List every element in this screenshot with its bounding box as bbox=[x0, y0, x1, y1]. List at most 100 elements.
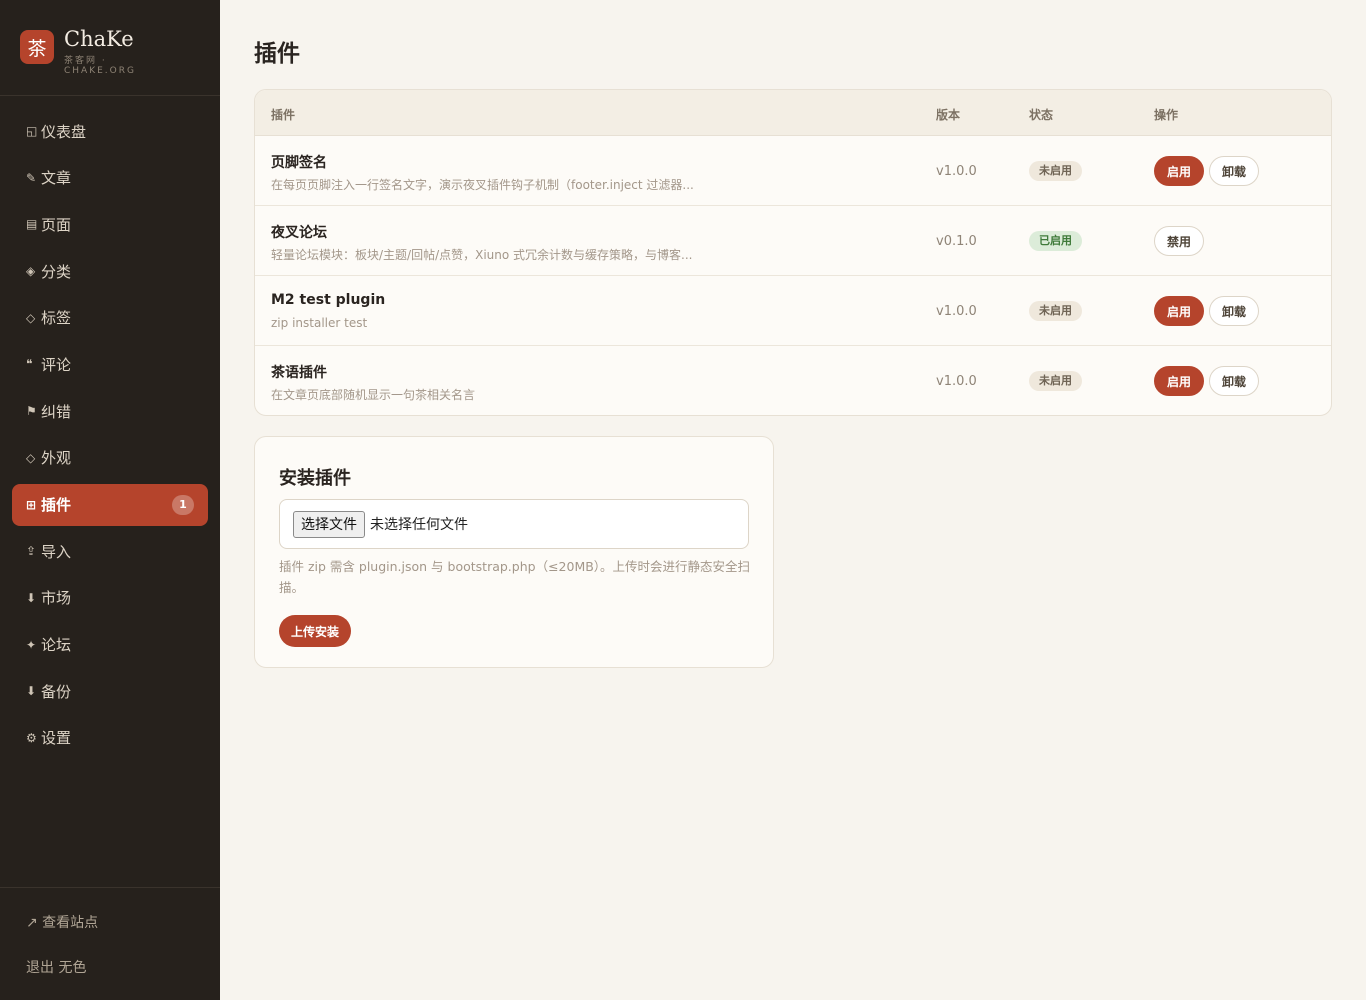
row-actions: 启用 卸载 bbox=[1154, 366, 1264, 396]
pencil-icon: ✎ bbox=[26, 170, 37, 185]
sidebar-item-label: 文章 bbox=[41, 169, 72, 188]
plugin-description: zip installer test bbox=[271, 316, 368, 330]
dashboard-icon: ◱ bbox=[26, 124, 38, 138]
plugin-name: 页脚签名 bbox=[271, 155, 327, 171]
table-header: 插件 版本 状态 操作 bbox=[255, 90, 1331, 136]
sidebar-item-appearance[interactable]: ◇ 外观 bbox=[12, 437, 208, 479]
plugin-version: v0.1.0 bbox=[936, 234, 977, 249]
sidebar-item-label: 论坛 bbox=[41, 636, 72, 655]
sidebar-item-label: 评论 bbox=[41, 355, 72, 374]
sidebar-item-label: 插件 bbox=[41, 496, 72, 514]
plugin-name: 茶语插件 bbox=[271, 365, 327, 381]
plugin-version: v1.0.0 bbox=[936, 164, 977, 179]
column-header-version: 版本 bbox=[936, 108, 961, 122]
table-row: 页脚签名 在每页页脚注入一行签名文字，演示夜叉插件钩子机制（footer.inj… bbox=[255, 136, 1331, 206]
category-icon: ◈ bbox=[26, 264, 36, 279]
table-row: M2 test plugin zip installer test v1.0.0… bbox=[255, 276, 1331, 346]
sidebar-item-corrections[interactable]: ⚑ 纠错 bbox=[12, 390, 208, 432]
sidebar-item-label: 备份 bbox=[41, 682, 72, 701]
disable-button[interactable]: 禁用 bbox=[1154, 226, 1205, 256]
column-header-actions: 操作 bbox=[1154, 108, 1179, 122]
plugin-description: 在文章页底部随机显示一句茶相关名言 bbox=[271, 388, 476, 402]
sidebar-item-dashboard[interactable]: ◱ 仪表盘 bbox=[12, 110, 208, 152]
plugin-version: v1.0.0 bbox=[936, 304, 977, 319]
column-header-plugin: 插件 bbox=[271, 108, 296, 122]
appearance-icon: ◇ bbox=[26, 450, 36, 465]
sidebar-item-label: 仪表盘 bbox=[41, 122, 87, 141]
sidebar-item-label: 市场 bbox=[41, 589, 72, 608]
sidebar-nav: ◱ 仪表盘 ✎ 文章 ▤ 页面 ◈ 分类 ◇ 标签 ❝ 评论 ⚑ 纠错 ◇ 外观 ⊞ 插件 1 ⇪ 导… bbox=[0, 96, 220, 759]
page-title: 插件 bbox=[254, 41, 300, 67]
download-icon: ⬇ bbox=[26, 684, 37, 699]
brand-sub-line2: CHAKE.ORG bbox=[64, 66, 136, 76]
sidebar-item-backup[interactable]: ⬇ 备份 bbox=[12, 670, 208, 712]
quote-icon: ❝ bbox=[26, 357, 33, 372]
sidebar-item-label: 导入 bbox=[41, 542, 72, 561]
sparkle-icon: ✦ bbox=[26, 637, 37, 652]
import-icon: ⇪ bbox=[26, 544, 37, 559]
plugins-table: 插件 版本 状态 操作 页脚签名 在每页页脚注入一行签名文字，演示夜叉插件钩子机… bbox=[254, 89, 1332, 416]
brand-text: ChaKe 茶客网 · CHAKE.ORG bbox=[64, 26, 136, 76]
page-icon: ▤ bbox=[26, 217, 38, 232]
row-actions: 启用 卸载 bbox=[1154, 296, 1264, 326]
status-badge: 未启用 bbox=[1029, 161, 1082, 181]
plugin-description: 轻量论坛模块：板块/主题/回帖/点赞，Xiuno 式冗余计数与缓存策略，与博客.… bbox=[271, 248, 693, 262]
install-plugin-card: 安装插件 选择文件 未选择任何文件 插件 zip 需含 plugin.json … bbox=[254, 436, 774, 668]
view-site-link[interactable]: ↗ 查看站点 bbox=[26, 912, 220, 934]
install-title: 安装插件 bbox=[279, 468, 351, 489]
sidebar-item-label: 分类 bbox=[41, 262, 72, 281]
row-actions: 启用 卸载 bbox=[1154, 156, 1264, 186]
uninstall-button[interactable]: 卸载 bbox=[1209, 366, 1260, 396]
plugin-version: v1.0.0 bbox=[936, 374, 977, 389]
sidebar-item-forum[interactable]: ✦ 论坛 bbox=[12, 624, 208, 666]
uninstall-button[interactable]: 卸载 bbox=[1209, 156, 1260, 186]
sidebar-item-label: 设置 bbox=[41, 729, 72, 748]
brand-logo: 茶 bbox=[20, 30, 54, 64]
brand[interactable]: 茶 ChaKe 茶客网 · CHAKE.ORG bbox=[0, 0, 220, 96]
logout-link[interactable]: 退出 无色 bbox=[26, 957, 220, 979]
column-header-status: 状态 bbox=[1029, 108, 1054, 122]
tag-icon: ◇ bbox=[26, 310, 36, 325]
main-content: 插件 插件 版本 状态 操作 页脚签名 在每页页脚注入一行签名文字，演示夜叉插件… bbox=[220, 0, 1366, 1000]
status-badge: 未启用 bbox=[1029, 371, 1082, 391]
plugin-name: 夜叉论坛 bbox=[271, 225, 327, 241]
sidebar-item-label: 页面 bbox=[41, 215, 72, 234]
brand-name: ChaKe bbox=[64, 27, 134, 51]
sidebar-item-posts[interactable]: ✎ 文章 bbox=[12, 157, 208, 199]
sidebar: 茶 ChaKe 茶客网 · CHAKE.ORG ◱ 仪表盘 ✎ 文章 ▤ 页面 ◈ 分类… bbox=[0, 0, 220, 1000]
sidebar-item-label: 纠错 bbox=[41, 402, 72, 421]
sidebar-item-import[interactable]: ⇪ 导入 bbox=[12, 530, 208, 572]
sidebar-item-pages[interactable]: ▤ 页面 bbox=[12, 203, 208, 245]
uninstall-button[interactable]: 卸载 bbox=[1209, 296, 1260, 326]
status-badge: 已启用 bbox=[1029, 231, 1082, 251]
sidebar-footer: ↗ 查看站点 退出 无色 bbox=[0, 887, 220, 1000]
plugin-name: M2 test plugin bbox=[271, 292, 386, 308]
sidebar-item-tags[interactable]: ◇ 标签 bbox=[12, 297, 208, 339]
enable-button[interactable]: 启用 bbox=[1154, 156, 1205, 186]
row-actions: 禁用 bbox=[1154, 226, 1209, 256]
download-icon: ⬇ bbox=[26, 590, 37, 605]
install-hint: 插件 zip 需含 plugin.json 与 bootstrap.php（≤2… bbox=[279, 559, 751, 595]
sidebar-item-label: 外观 bbox=[41, 449, 72, 468]
sidebar-item-market[interactable]: ⬇ 市场 bbox=[12, 577, 208, 619]
upload-install-button[interactable]: 上传安装 bbox=[279, 615, 352, 647]
sidebar-item-label: 标签 bbox=[41, 309, 72, 328]
brand-sub-line1: 茶客网 · bbox=[64, 56, 107, 66]
flag-icon: ⚑ bbox=[26, 404, 37, 419]
table-row: 夜叉论坛 轻量论坛模块：板块/主题/回帖/点赞，Xiuno 式冗余计数与缓存策略… bbox=[255, 206, 1331, 276]
plugins-count-badge: 1 bbox=[172, 494, 194, 515]
file-input[interactable]: 选择文件 未选择任何文件 bbox=[279, 499, 749, 549]
sidebar-item-comments[interactable]: ❝ 评论 bbox=[12, 343, 208, 385]
status-badge: 未启用 bbox=[1029, 301, 1082, 321]
plugin-description: 在每页页脚注入一行签名文字，演示夜叉插件钩子机制（footer.inject 过… bbox=[271, 178, 694, 192]
plugin-grid-icon: ⊞ bbox=[26, 497, 37, 512]
sidebar-item-categories[interactable]: ◈ 分类 bbox=[12, 250, 208, 292]
enable-button[interactable]: 启用 bbox=[1154, 366, 1205, 396]
enable-button[interactable]: 启用 bbox=[1154, 296, 1205, 326]
sidebar-item-plugins[interactable]: ⊞ 插件 1 bbox=[12, 483, 208, 526]
sidebar-item-settings[interactable]: ⚙ 设置 bbox=[12, 717, 208, 759]
choose-file-button[interactable]: 选择文件 bbox=[293, 510, 365, 538]
file-status: 未选择任何文件 bbox=[370, 517, 468, 533]
gear-icon: ⚙ bbox=[26, 730, 37, 745]
table-row: 茶语插件 在文章页底部随机显示一句茶相关名言 v1.0.0 未启用 启用 卸载 bbox=[255, 346, 1331, 415]
